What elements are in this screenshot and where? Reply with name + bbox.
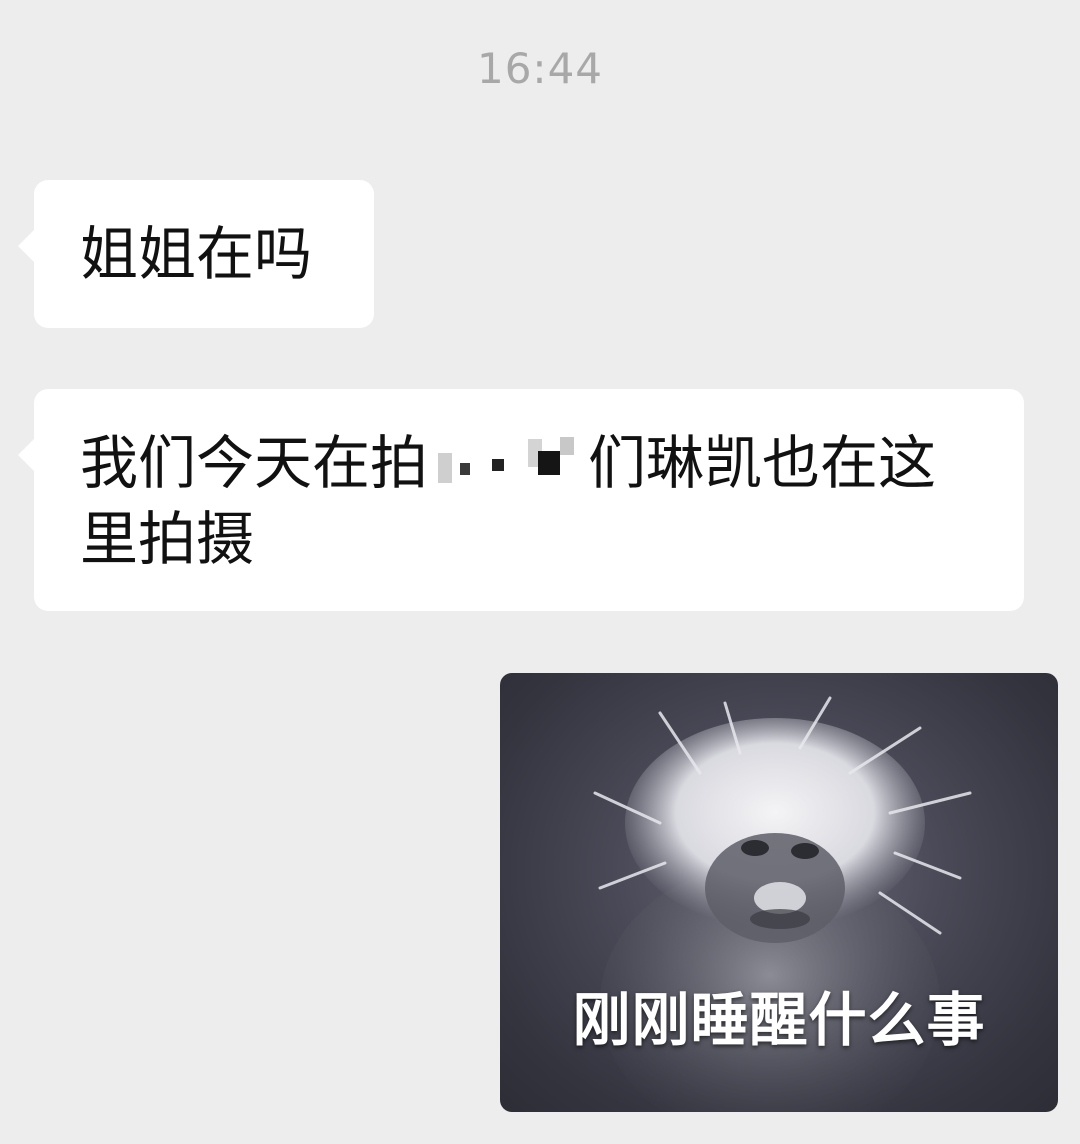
chat-view: 16:44 姐姐在吗 我们今天在拍 们琳凯也在这里拍摄 刚刚睡醒什么事 <box>0 0 1080 1144</box>
message-text: 姐姐在吗 <box>80 220 313 288</box>
incoming-message-bubble[interactable]: 姐姐在吗 <box>18 180 374 328</box>
sticker-image-message[interactable]: 刚刚睡醒什么事 <box>500 673 1058 1112</box>
message-timestamp: 16:44 <box>476 44 604 93</box>
message-text-before-redaction: 我们今天在拍 <box>80 429 429 497</box>
sticker-caption: 刚刚睡醒什么事 <box>572 986 986 1054</box>
incoming-message-bubble[interactable]: 我们今天在拍 们琳凯也在这里拍摄 <box>18 389 1024 611</box>
redaction-mosaic <box>430 429 586 489</box>
